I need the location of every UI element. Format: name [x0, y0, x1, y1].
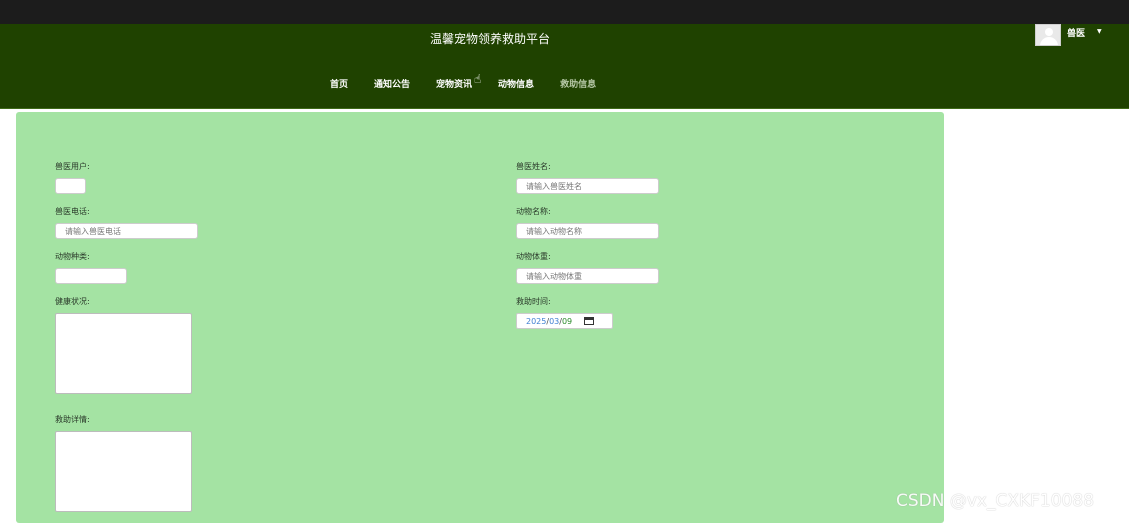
animal-name-input[interactable]	[516, 223, 659, 239]
calendar-icon[interactable]	[584, 317, 595, 325]
user-menu[interactable]: 兽医 ▼	[1035, 24, 1129, 48]
vet-name-input[interactable]	[516, 178, 659, 194]
nav-animal-info[interactable]: 动物信息	[498, 77, 534, 90]
vet-phone-input[interactable]	[55, 223, 198, 239]
avatar-body	[1040, 37, 1058, 45]
avatar[interactable]	[1035, 24, 1061, 46]
rescue-detail-textarea[interactable]	[55, 431, 192, 512]
hand-cursor-icon: ☝	[474, 72, 482, 86]
nav-rescue-info[interactable]: 救助信息	[560, 77, 596, 90]
date-day[interactable]: 09	[562, 317, 572, 326]
vet-name-label: 兽医姓名:	[516, 162, 551, 171]
animal-name-field: 动物名称:	[516, 206, 659, 239]
site-title: 温馨宠物领养救助平台	[429, 32, 550, 46]
avatar-head	[1045, 28, 1053, 36]
animal-name-label: 动物名称:	[516, 207, 551, 216]
animal-type-label: 动物种类:	[55, 252, 90, 261]
vet-name-field: 兽医姓名:	[516, 161, 659, 194]
rescue-time-date-input[interactable]: 2025 / 03 / 09	[516, 313, 613, 329]
vet-phone-field: 兽医电话:	[55, 206, 198, 239]
watermark: CSDN @vx_CXKF10088	[896, 491, 1095, 511]
vet-user-label: 兽医用户:	[55, 162, 90, 171]
browser-top-bar	[0, 0, 1129, 24]
form-left-column: 兽医用户: 兽医电话: 动物种类: 健康状况: 救助详情:	[55, 161, 198, 524]
nav-pet-news[interactable]: 宠物资讯	[436, 77, 472, 90]
animal-weight-input[interactable]	[516, 268, 659, 284]
animal-type-field: 动物种类:	[55, 251, 198, 284]
rescue-detail-field: 救助详情:	[55, 414, 198, 512]
health-textarea[interactable]	[55, 313, 192, 394]
date-month[interactable]: 03	[549, 317, 559, 326]
rescue-time-field: 救助时间: 2025 / 03 / 09	[516, 296, 659, 329]
animal-weight-label: 动物体重:	[516, 252, 551, 261]
site-header: 温馨宠物领养救助平台 首页 通知公告 宠物资讯 动物信息 救助信息 兽医 ▼	[0, 24, 1129, 109]
vet-user-field: 兽医用户:	[55, 161, 198, 194]
rescue-detail-label: 救助详情:	[55, 415, 90, 424]
form-right-column: 兽医姓名: 动物名称: 动物体重: 救助时间: 2025 / 03 / 09	[516, 161, 659, 341]
health-field: 健康状况:	[55, 296, 198, 394]
rescue-time-label: 救助时间:	[516, 297, 551, 306]
user-name[interactable]: 兽医	[1067, 26, 1085, 39]
nav-notice[interactable]: 通知公告	[374, 77, 410, 90]
health-label: 健康状况:	[55, 297, 90, 306]
animal-type-input[interactable]	[55, 268, 127, 284]
animal-weight-field: 动物体重:	[516, 251, 659, 284]
vet-phone-label: 兽医电话:	[55, 207, 90, 216]
nav-home[interactable]: 首页	[330, 77, 348, 90]
chevron-down-icon[interactable]: ▼	[1097, 28, 1102, 35]
vet-user-input[interactable]	[55, 178, 86, 194]
rescue-form-panel: 兽医用户: 兽医电话: 动物种类: 健康状况: 救助详情: 兽医姓名: 动物名称…	[16, 112, 944, 523]
date-year[interactable]: 2025	[526, 317, 546, 326]
